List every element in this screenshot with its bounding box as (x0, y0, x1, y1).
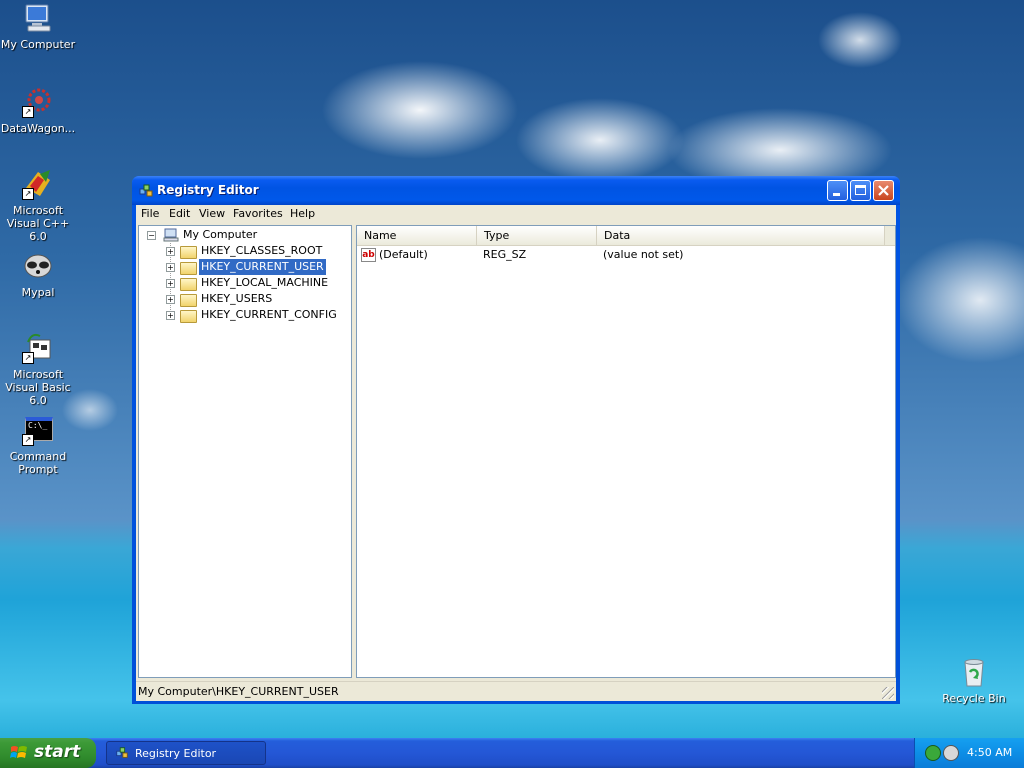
expand-icon[interactable]: + (166, 263, 175, 272)
desktop-icon-my-computer[interactable]: My Computer (0, 2, 76, 51)
registry-tree[interactable]: − My Computer + HKEY_CLASSES_ROOT + HKEY… (138, 225, 352, 678)
list-row-default[interactable]: ab (Default) REG_SZ (value not set) (357, 247, 895, 263)
value-data: (value not set) (603, 248, 684, 261)
expand-icon[interactable]: + (166, 311, 175, 320)
windows-logo-icon (10, 746, 27, 758)
title-bar[interactable]: Registry Editor (132, 176, 900, 205)
status-bar: My Computer\HKEY_CURRENT_USER (136, 681, 896, 701)
menu-file[interactable]: File (141, 207, 159, 220)
maximize-button[interactable] (850, 180, 871, 201)
desktop-icon-label: Microsoft Visual Basic 6.0 (5, 368, 71, 407)
shortcut-arrow-icon: ↗ (22, 352, 34, 364)
column-header-name[interactable]: Name (357, 226, 477, 245)
tree-label: My Computer (183, 228, 258, 241)
shortcut-arrow-icon: ↗ (22, 188, 34, 200)
minimize-icon (833, 193, 840, 196)
registry-values-list[interactable]: Name Type Data ab (Default) REG_SZ (valu… (356, 225, 896, 678)
desktop-icon-label: Command Prompt (9, 450, 67, 476)
datawagon-icon: ↗ (22, 86, 54, 118)
status-path: My Computer\HKEY_CURRENT_USER (138, 685, 339, 698)
folder-icon (180, 246, 197, 259)
tree-label: HKEY_LOCAL_MACHINE (201, 276, 329, 289)
start-label: start (34, 742, 81, 762)
desktop-icon-datawagon[interactable]: ↗ DataWagon... (0, 86, 76, 135)
string-value-icon: ab (361, 248, 376, 262)
system-tray: 4:50 AM (914, 738, 1024, 768)
expand-icon[interactable]: + (166, 279, 175, 288)
registry-editor-icon (138, 183, 154, 199)
window-client: File Edit View Favorites Help − My Compu… (136, 205, 896, 701)
taskbar: start Registry Editor 4:50 AM (0, 738, 1024, 768)
expand-icon[interactable]: + (166, 247, 175, 256)
folder-open-icon (180, 262, 197, 275)
value-type: REG_SZ (483, 248, 527, 261)
visual-cpp-icon: ↗ (22, 168, 54, 200)
network-icon[interactable] (925, 745, 941, 761)
desktop-icon-recycle-bin[interactable]: Recycle Bin (936, 656, 1012, 705)
close-icon (878, 185, 889, 196)
menu-view[interactable]: View (199, 207, 225, 220)
column-header-data[interactable]: Data (597, 226, 885, 245)
recycle-bin-icon (958, 656, 990, 688)
raccoon-icon (22, 250, 54, 282)
folder-icon (180, 294, 197, 307)
shortcut-arrow-icon: ↗ (22, 434, 34, 446)
minimize-button[interactable] (827, 180, 848, 201)
folder-icon (180, 310, 197, 323)
desktop-icon-command-prompt[interactable]: C:\_ ↗ Command Prompt (0, 414, 76, 476)
tree-label: HKEY_CLASSES_ROOT (201, 244, 323, 257)
value-name: (Default) (379, 248, 428, 261)
menu-help[interactable]: Help (290, 207, 315, 220)
tree-label: HKEY_USERS (201, 292, 273, 305)
menu-edit[interactable]: Edit (169, 207, 190, 220)
folder-icon (180, 278, 197, 291)
menu-favorites[interactable]: Favorites (233, 207, 283, 220)
resize-grip-icon[interactable] (882, 687, 894, 699)
desktop-icon-label: Microsoft Visual C++ 6.0 (6, 204, 70, 243)
taskbar-button-registry-editor[interactable]: Registry Editor (106, 741, 266, 765)
desktop-icon-mypal[interactable]: Mypal (0, 250, 76, 299)
shortcut-arrow-icon: ↗ (22, 106, 34, 118)
tree-label: HKEY_CURRENT_CONFIG (201, 308, 337, 321)
computer-icon (22, 2, 54, 34)
registry-editor-window[interactable]: Registry Editor File Edit View Favorites… (132, 176, 900, 704)
command-prompt-icon: C:\_ ↗ (22, 414, 54, 446)
collapse-icon[interactable]: − (147, 231, 156, 240)
expand-icon[interactable]: + (166, 295, 175, 304)
menu-bar: File Edit View Favorites Help (136, 205, 896, 223)
list-header: Name Type Data (357, 226, 895, 246)
visual-basic-icon: ↗ (22, 332, 54, 364)
desktop-icon-visual-basic[interactable]: ↗ Microsoft Visual Basic 6.0 (0, 332, 76, 407)
tree-label-selected: HKEY_CURRENT_USER (198, 258, 327, 276)
desktop-icon-visual-cpp[interactable]: ↗ Microsoft Visual C++ 6.0 (0, 168, 76, 243)
taskbar-button-label: Registry Editor (135, 747, 217, 760)
close-button[interactable] (873, 180, 894, 201)
clock[interactable]: 4:50 AM (967, 746, 1012, 759)
computer-icon (163, 228, 179, 242)
column-header-type[interactable]: Type (477, 226, 597, 245)
desktop-icon-label: My Computer (0, 38, 76, 51)
desktop-icon-label: Recycle Bin (942, 692, 1006, 705)
desktop-icon-label: DataWagon... (0, 122, 76, 135)
maximize-icon (855, 185, 866, 195)
desktop-icon-label: Mypal (21, 286, 55, 299)
window-title: Registry Editor (157, 183, 259, 197)
registry-editor-icon (115, 746, 129, 760)
volume-icon[interactable] (943, 745, 959, 761)
start-button[interactable]: start (0, 738, 96, 768)
